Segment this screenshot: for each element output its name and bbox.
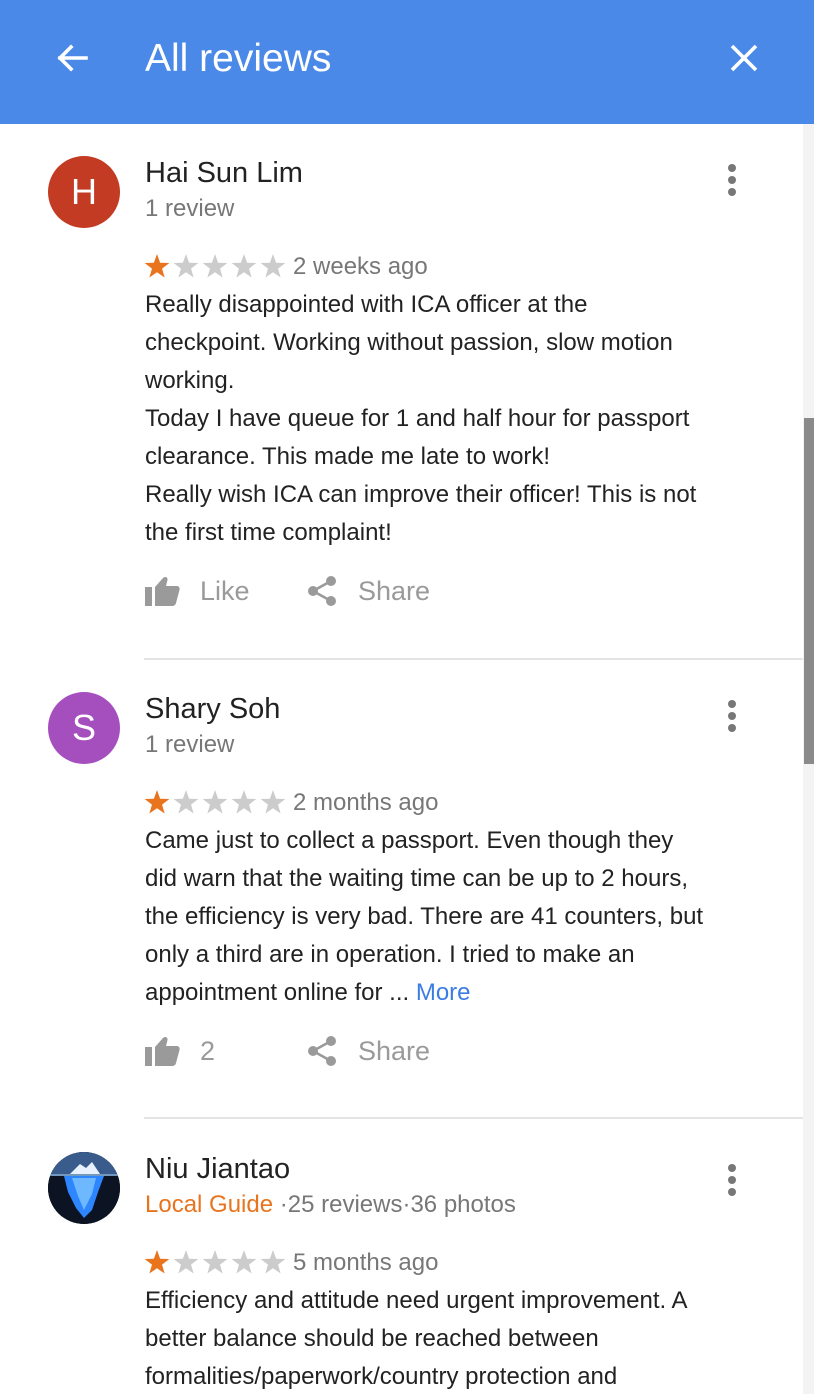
more-vert-icon <box>728 700 736 708</box>
more-options-button[interactable] <box>716 692 748 740</box>
more-vert-dot <box>728 1176 736 1184</box>
avatar[interactable] <box>48 1152 120 1224</box>
divider <box>144 1117 803 1119</box>
review-text-line: Really disappointed with ICA officer at … <box>145 291 588 318</box>
reviewer-name[interactable]: Shary Soh <box>145 692 280 726</box>
review-text-line: clearance. This made me late to work! <box>145 443 551 470</box>
app-header: All reviews <box>0 0 814 124</box>
thumbs-up-icon <box>145 576 180 606</box>
scrollbar-thumb[interactable] <box>804 418 814 764</box>
star-rating <box>144 790 286 814</box>
review-text-line: better balance should be reached between <box>145 1325 599 1352</box>
more-vert-icon <box>728 1164 736 1172</box>
star-rating <box>144 254 286 278</box>
star-rating <box>144 1250 286 1274</box>
review-text: Efficiency and attitude need urgent impr… <box>145 1282 775 1396</box>
star-icon <box>260 1250 286 1274</box>
star-icon <box>231 1250 257 1274</box>
share-button[interactable]: Share <box>306 1034 430 1068</box>
review-date: 2 months ago <box>293 789 439 816</box>
close-icon <box>730 44 758 72</box>
review-text: Came just to collect a passport. Even th… <box>145 822 775 1012</box>
star-icon <box>260 254 286 278</box>
more-vert-dot <box>728 1188 736 1196</box>
like-count: 2 <box>200 1036 216 1066</box>
review-text-line: Today I have queue for 1 and half hour f… <box>145 405 690 432</box>
star-icon <box>260 790 286 814</box>
star-icon <box>202 254 228 278</box>
reviewer-name[interactable]: Hai Sun Lim <box>145 156 303 190</box>
more-options-button[interactable] <box>716 1156 748 1204</box>
review-text-line: only a third are in operation. I tried t… <box>145 941 635 968</box>
more-vert-icon <box>728 164 736 172</box>
page-title: All reviews <box>145 37 332 80</box>
review-date: 5 months ago <box>293 1249 439 1276</box>
thumbs-up-icon <box>145 1036 180 1066</box>
avatar-letter: S <box>71 707 96 748</box>
star-icon <box>202 790 228 814</box>
star-icon <box>173 1250 199 1274</box>
reviewer-meta: 1 review <box>145 731 235 758</box>
star-icon <box>144 1250 170 1274</box>
review-text-line: formalities/paperwork/country protection… <box>145 1363 618 1390</box>
review-text-line: did warn that the waiting time can be up… <box>145 865 688 892</box>
review-text-line: Really wish ICA can improve their office… <box>145 481 697 508</box>
more-vert-dot <box>728 724 736 732</box>
share-button[interactable]: Share <box>306 574 430 608</box>
local-guide-badge[interactable]: Local Guide <box>145 1191 273 1218</box>
review-text-line: the first time complaint! <box>145 519 392 546</box>
star-icon <box>231 790 257 814</box>
like-label: Like <box>200 576 250 606</box>
more-vert-dot <box>728 188 736 196</box>
share-icon <box>308 1036 336 1066</box>
star-icon <box>144 790 170 814</box>
review-text-line: the efficiency is very bad. There are 41… <box>145 903 704 930</box>
review-text-line: Efficiency and attitude need urgent impr… <box>145 1287 688 1314</box>
star-icon <box>144 254 170 278</box>
star-icon <box>202 1250 228 1274</box>
star-icon <box>173 790 199 814</box>
share-label: Share <box>358 1036 431 1066</box>
review-text-line: appointment online for ... More <box>145 974 775 1012</box>
review-date: 2 weeks ago <box>293 253 428 280</box>
back-button[interactable] <box>48 34 96 82</box>
close-button[interactable] <box>720 34 768 82</box>
review-text: Really disappointed with ICA officer at … <box>145 286 775 552</box>
arrow-left-icon <box>57 44 88 72</box>
star-icon <box>231 254 257 278</box>
avatar[interactable]: S <box>48 692 120 764</box>
reviewer-meta: Local Guide ·25 reviews·36 photos <box>145 1190 516 1220</box>
avatar[interactable]: H <box>48 156 120 228</box>
more-vert-dot <box>728 712 736 720</box>
share-icon <box>308 576 336 606</box>
avatar-letter: H <box>71 171 97 212</box>
share-label: Share <box>358 576 431 606</box>
divider <box>144 658 803 660</box>
iceberg-photo <box>48 1152 120 1224</box>
star-icon <box>173 254 199 278</box>
like-button[interactable]: Like <box>144 574 250 608</box>
more-options-button[interactable] <box>716 156 748 204</box>
like-button[interactable]: 2 <box>144 1034 215 1068</box>
more-vert-dot <box>728 176 736 184</box>
review-text-line: checkpoint. Working without passion, slo… <box>145 329 673 356</box>
review-text-last: appointment online for ... <box>145 979 416 1006</box>
reviewer-name[interactable]: Niu Jiantao <box>145 1152 290 1186</box>
more-link[interactable]: More <box>416 979 471 1006</box>
reviewer-meta: 1 review <box>145 195 235 222</box>
reviewer-stats: ·25 reviews·36 photos <box>273 1191 516 1218</box>
review-text-line: working. <box>145 367 235 394</box>
review-text-line: Came just to collect a passport. Even th… <box>145 827 674 854</box>
